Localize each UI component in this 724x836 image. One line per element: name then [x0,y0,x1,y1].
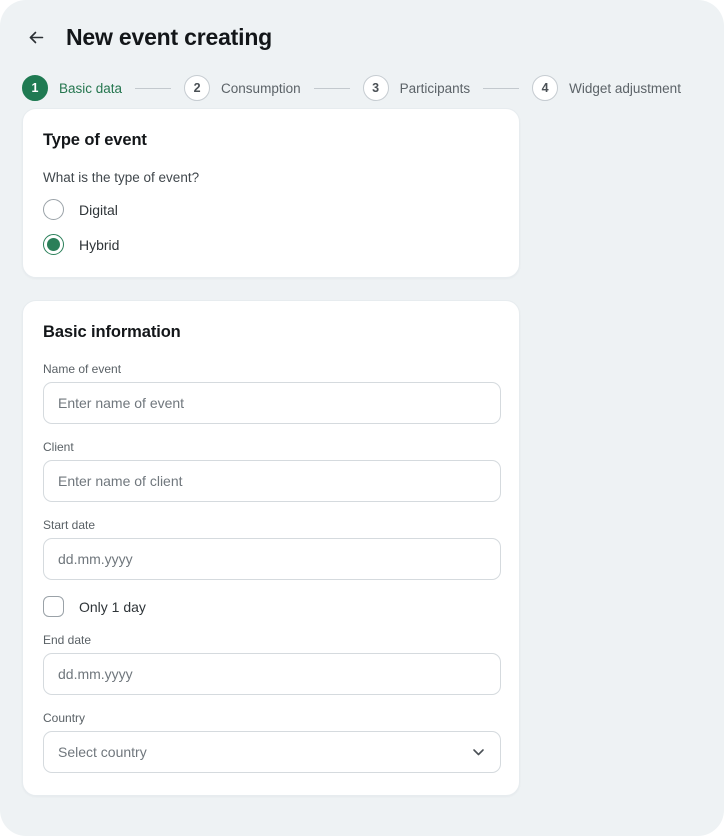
field-end-date: End date [43,633,501,695]
stepper-step-label: Widget adjustment [569,80,681,96]
stepper-connector [313,87,350,89]
radio-label-digital: Digital [79,201,118,218]
basic-information-card: Basic information Name of event Client S… [22,300,520,796]
label-end-date: End date [43,633,92,647]
field-name-of-event: Name of event [43,362,501,424]
radio-option-hybrid[interactable]: Hybrid [43,234,499,255]
stepper-connector [135,87,172,89]
only-one-day-label: Only 1 day [79,598,146,615]
stepper-step-participants[interactable]: 3 Participants [362,75,471,101]
cards-container: Type of event What is the type of event?… [0,108,724,796]
stepper-step-label: Basic data [59,80,123,96]
card-title: Basic information [43,323,181,341]
start-date-input[interactable] [43,538,501,580]
radio-label-hybrid: Hybrid [79,236,120,253]
label-start-date: Start date [43,518,96,532]
card-title: Type of event [43,131,147,149]
stepper-step-basic-data[interactable]: 1 Basic data [22,75,122,101]
radio-button-digital[interactable] [43,199,64,220]
type-of-event-question: What is the type of event? [43,170,200,185]
end-date-input[interactable] [43,653,501,695]
page-header: New event creating [0,0,724,58]
stepper-step-label: Consumption [221,80,301,96]
country-select-wrapper[interactable] [43,731,501,773]
checkbox-row-only-one-day[interactable]: Only 1 day [43,596,499,617]
back-button[interactable] [22,23,50,51]
stepper-step-number: 1 [22,75,48,101]
label-name-of-event: Name of event [43,362,122,376]
label-client: Client [43,440,74,454]
radio-option-digital[interactable]: Digital [43,199,499,220]
name-of-event-input[interactable] [43,382,501,424]
arrow-left-icon [27,28,46,47]
field-country: Country [43,711,501,773]
stepper-step-widget-adjustment[interactable]: 4 Widget adjustment [532,75,681,101]
stepper: 1 Basic data 2 Consumption 3 Participant… [0,58,724,108]
label-country: Country [43,711,86,725]
type-of-event-card: Type of event What is the type of event?… [22,108,520,278]
only-one-day-checkbox[interactable] [43,596,64,617]
stepper-step-number: 2 [184,75,211,101]
radio-button-hybrid[interactable] [43,234,64,255]
stepper-connector [483,87,520,89]
field-client: Client [43,440,501,502]
app-root: New event creating 1 Basic data 2 Consum… [0,0,724,836]
stepper-step-consumption[interactable]: 2 Consumption [184,75,301,101]
stepper-step-label: Participants [399,80,471,96]
page-title: New event creating [66,23,273,50]
country-select[interactable] [43,731,501,773]
stepper-step-number: 3 [362,75,389,101]
stepper-step-number: 4 [532,75,559,101]
client-input[interactable] [43,460,501,502]
field-start-date: Start date [43,518,501,580]
